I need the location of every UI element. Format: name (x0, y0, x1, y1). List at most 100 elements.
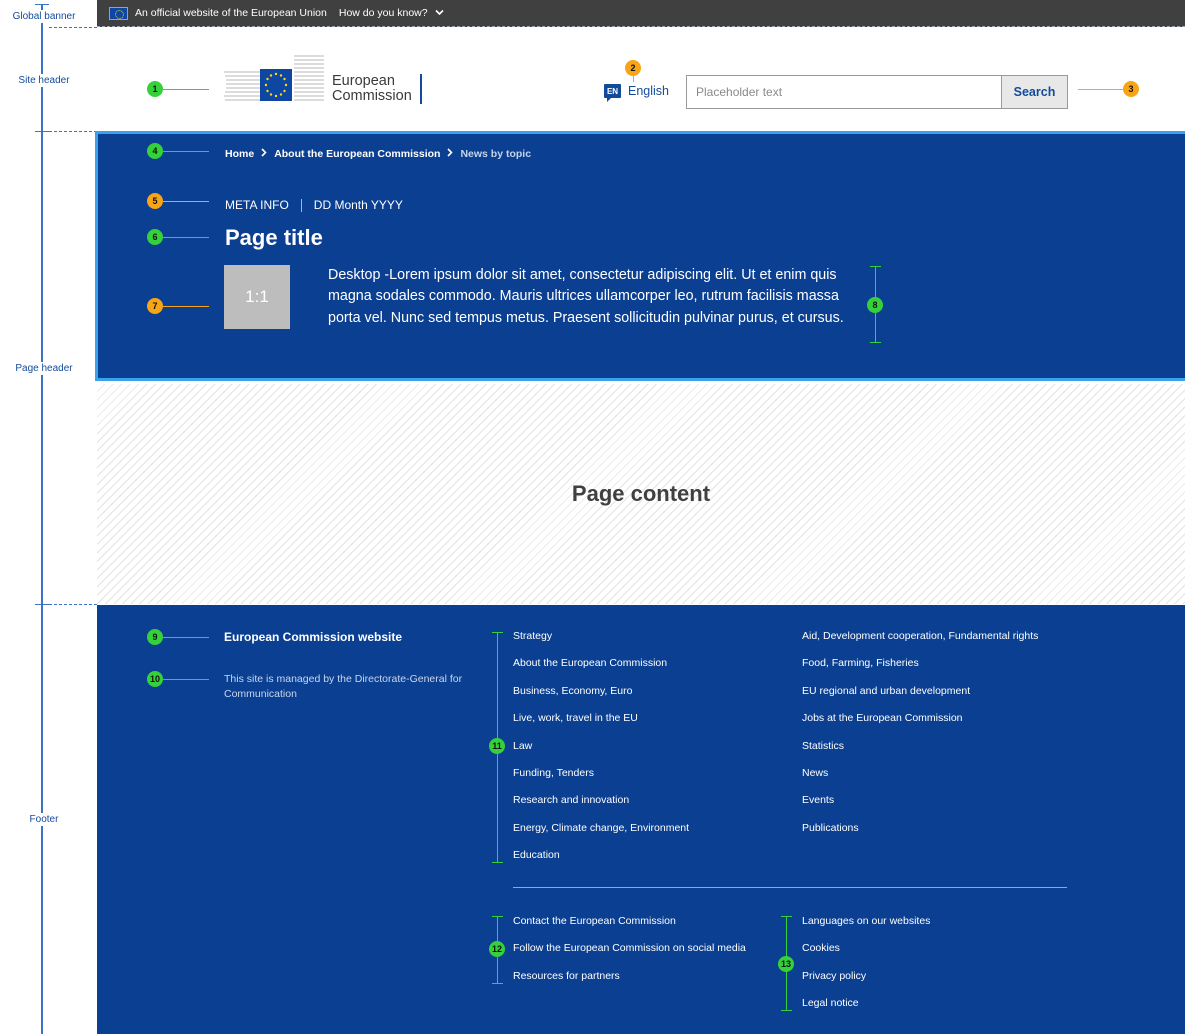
site-header: European Commission EN English Search (97, 28, 1185, 131)
meta-label: META INFO (225, 198, 289, 212)
footer-topic-link-5[interactable]: Funding, Tenders (513, 767, 689, 794)
annotation-marker-13: 13 (778, 956, 794, 972)
logo-line-2: Commission (332, 88, 412, 104)
section-dash (49, 27, 97, 28)
footer-topic-link-8[interactable]: Education (513, 849, 689, 876)
section-tick (35, 4, 49, 5)
annotation-marker-11: 11 (489, 738, 505, 754)
footer-service-column-2: Languages on our websites Cookies Privacy … (802, 915, 930, 1025)
annotation-line (163, 237, 209, 238)
chevron-down-icon (434, 8, 444, 18)
annotation-marker-1: 1 (147, 81, 163, 97)
search-form: Search (686, 75, 1068, 109)
annotation-line (633, 76, 634, 82)
footer-topic-link-2[interactable]: EU regional and urban development (802, 685, 1038, 712)
footer-topics-column-1: Strategy About the European Commission Bus… (513, 630, 689, 877)
footer-topic-link-4[interactable]: Law (513, 740, 689, 767)
footer-service-link-1[interactable]: Follow the European Commission on social… (513, 942, 746, 969)
footer-service-link-0[interactable]: Languages on our websites (802, 915, 930, 942)
section-dash (49, 131, 97, 132)
label-page-header: Page header (0, 362, 88, 375)
language-label: English (628, 84, 669, 98)
eu-flag-icon (109, 6, 128, 20)
footer-topic-link-6[interactable]: Events (802, 794, 1038, 821)
annotation-marker-2: 2 (625, 60, 641, 76)
logo-line-1: European (332, 73, 395, 89)
annotation-line (163, 151, 209, 152)
breadcrumb: Home About the European Commission News … (225, 148, 531, 160)
page-title: Page title (225, 225, 323, 250)
language-selector[interactable]: EN English (604, 84, 669, 102)
footer: European Commission website This site is… (97, 605, 1185, 1034)
footer-topic-link-0[interactable]: Strategy (513, 630, 689, 657)
annotation-cap (492, 983, 503, 984)
search-input[interactable] (686, 75, 1001, 109)
footer-service-link-3[interactable]: Legal notice (802, 997, 930, 1024)
footer-description: This site is managed by the Directorate-… (224, 673, 463, 700)
annotation-cap (781, 1010, 792, 1011)
how-do-you-know-toggle[interactable]: How do you know? (339, 7, 444, 19)
footer-service-link-0[interactable]: Contact the European Commission (513, 915, 746, 942)
how-do-you-know-label: How do you know? (338, 7, 428, 19)
footer-topic-link-6[interactable]: Research and innovation (513, 794, 689, 821)
annotation-marker-8: 8 (867, 297, 883, 313)
footer-site-name: European Commission website (224, 630, 403, 644)
section-axis (41, 4, 43, 1034)
chevron-right-icon (447, 148, 454, 160)
language-icon: EN (604, 84, 621, 102)
footer-topic-link-2[interactable]: Business, Economy, Euro (513, 685, 689, 712)
footer-topic-link-3[interactable]: Jobs at the European Commission (802, 712, 1038, 739)
search-button[interactable]: Search (1001, 75, 1068, 109)
footer-service-link-2[interactable]: Privacy policy (802, 970, 930, 997)
footer-topic-link-7[interactable]: Publications (802, 822, 1038, 849)
meta-date: DD Month YYYY (313, 198, 403, 212)
annotation-marker-7: 7 (147, 298, 163, 314)
annotation-cap (870, 342, 881, 343)
breadcrumb-home[interactable]: Home (225, 148, 254, 160)
footer-topic-link-0[interactable]: Aid, Development cooperation, Fundamenta… (802, 630, 1038, 657)
footer-service-link-2[interactable]: Resources for partners (513, 970, 746, 997)
footer-service-column-1: Contact the European Commission Follow th… (513, 915, 746, 997)
page-header: Home About the European Commission News … (95, 131, 1185, 381)
ec-logo-text: European Commission (332, 74, 422, 104)
global-banner: An official website of the European Unio… (97, 0, 1185, 27)
annotation-marker-3: 3 (1123, 81, 1139, 97)
annotation-marker-12: 12 (489, 941, 505, 957)
page-content-label: Page content (571, 481, 711, 506)
annotation-line (163, 201, 209, 202)
annotation-line (163, 679, 209, 680)
footer-topic-link-7[interactable]: Energy, Climate change, Environment (513, 822, 689, 849)
ec-logo-mark (224, 55, 324, 101)
annotation-marker-9: 9 (147, 629, 163, 645)
section-tick (35, 131, 49, 132)
footer-topic-link-1[interactable]: About the European Commission (513, 657, 689, 684)
footer-topic-link-3[interactable]: Live, work, travel in the EU (513, 712, 689, 739)
annotation-line (163, 306, 209, 307)
meta-info: META INFO DD Month YYYY (225, 198, 403, 212)
footer-topic-link-1[interactable]: Food, Farming, Fisheries (802, 657, 1038, 684)
ec-logo[interactable]: European Commission (224, 52, 424, 108)
label-site-header: Site header (0, 74, 88, 87)
label-footer: Footer (0, 813, 88, 826)
footer-service-link-1[interactable]: Cookies (802, 942, 930, 969)
meta-divider (300, 198, 302, 212)
thumbnail-placeholder: 1:1 (224, 265, 290, 329)
footer-topic-link-4[interactable]: Statistics (802, 740, 1038, 767)
chevron-right-icon (261, 148, 267, 160)
banner-text: An official website of the European Unio… (135, 7, 327, 19)
annotation-marker-5: 5 (147, 193, 163, 209)
annotation-line (163, 637, 209, 638)
section-annotations: Global banner Site header Page header Fo… (0, 0, 97, 1034)
footer-divider (513, 887, 1067, 888)
page-intro: Desktop -Lorem ipsum dolor sit amet, con… (328, 267, 844, 326)
page-content-placeholder: Page content (97, 384, 1185, 604)
annotation-line (163, 89, 209, 90)
section-dash (49, 604, 97, 605)
footer-topics-column-2: Aid, Development cooperation, Fundamenta… (802, 630, 1038, 849)
annotation-marker-10: 10 (147, 671, 163, 687)
section-tick (35, 604, 49, 605)
footer-topic-link-5[interactable]: News (802, 767, 1038, 794)
label-global-banner: Global banner (0, 10, 88, 23)
annotation-cap (492, 862, 503, 863)
breadcrumb-about[interactable]: About the European Commission (274, 148, 440, 160)
